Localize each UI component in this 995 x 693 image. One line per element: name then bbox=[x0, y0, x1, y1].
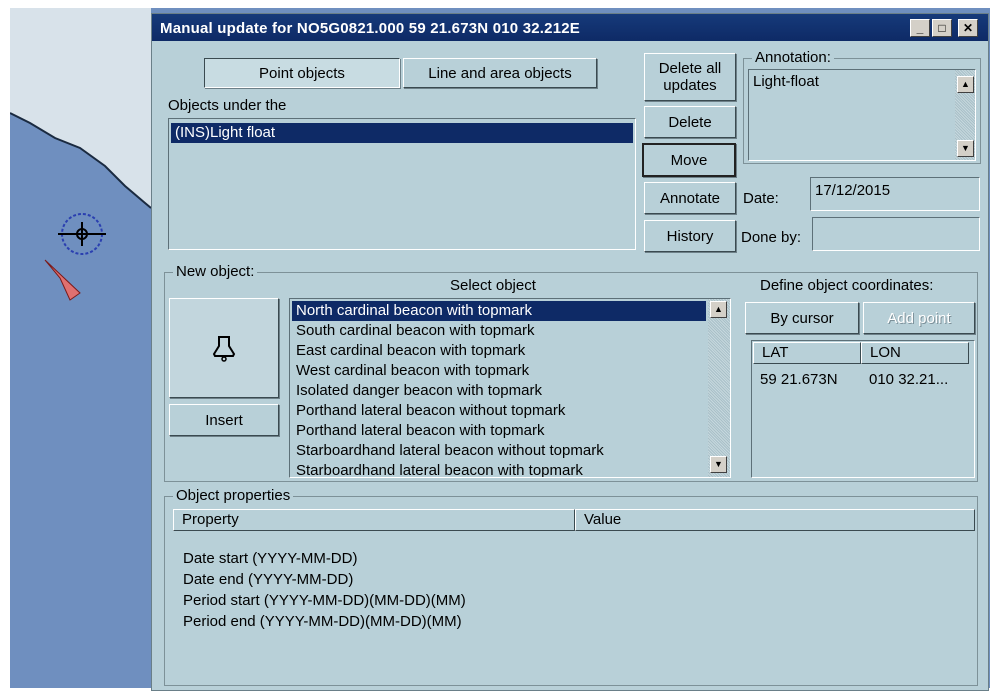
objects-list[interactable]: (INS)Light float bbox=[168, 118, 636, 250]
bell-icon bbox=[212, 336, 236, 362]
history-button[interactable]: History bbox=[644, 220, 736, 252]
list-item[interactable]: East cardinal beacon with topmark bbox=[292, 341, 706, 361]
list-item[interactable]: Porthand lateral beacon with topmark bbox=[292, 421, 706, 441]
object-list-scrollbar[interactable] bbox=[708, 299, 730, 477]
title-bar[interactable]: Manual update for NO5G0821.000 59 21.673… bbox=[152, 14, 988, 41]
annotate-button[interactable]: Annotate bbox=[644, 182, 736, 214]
annotation-value: Light-float bbox=[753, 73, 819, 90]
object-properties-group: Object properties Property Value Date st… bbox=[164, 487, 978, 686]
lat-column-header[interactable]: LAT bbox=[753, 342, 861, 364]
coordinates-table[interactable]: LAT LON 59 21.673N 010 32.21... bbox=[751, 340, 975, 478]
delete-all-label-line2: updates bbox=[663, 77, 717, 94]
object-preview bbox=[169, 298, 279, 398]
objects-label: Objects under the bbox=[168, 97, 287, 114]
date-field[interactable]: 17/12/2015 bbox=[810, 177, 980, 211]
list-item[interactable]: Porthand lateral beacon without topmark bbox=[292, 401, 706, 421]
delete-button[interactable]: Delete bbox=[644, 106, 736, 138]
lon-column-header[interactable]: LON bbox=[861, 342, 969, 364]
delete-all-label-line1: Delete all bbox=[658, 60, 722, 77]
add-point-button[interactable]: Add point bbox=[863, 302, 975, 334]
scroll-down-icon[interactable]: ▼ bbox=[957, 140, 974, 157]
window-title: Manual update for NO5G0821.000 59 21.673… bbox=[160, 20, 580, 37]
tab-point-objects[interactable]: Point objects bbox=[204, 58, 400, 88]
annotation-group: Annotation: Light-float ▲ ▼ bbox=[743, 49, 981, 164]
annotation-label: Annotation: bbox=[752, 49, 834, 66]
done-by-field[interactable] bbox=[812, 217, 980, 251]
manual-update-dialog: Manual update for NO5G0821.000 59 21.673… bbox=[151, 13, 989, 691]
lat-value: 59 21.673N bbox=[760, 371, 838, 388]
coords-label: Define object coordinates: bbox=[760, 277, 934, 294]
list-item[interactable]: North cardinal beacon with topmark bbox=[292, 301, 706, 321]
annotation-textarea[interactable]: Light-float ▲ ▼ bbox=[748, 69, 976, 161]
scroll-down-icon[interactable]: ▼ bbox=[710, 456, 727, 473]
lon-value: 010 32.21... bbox=[869, 371, 949, 388]
new-object-label: New object: bbox=[173, 263, 258, 280]
close-icon[interactable]: ✕ bbox=[958, 19, 978, 37]
value-column-header[interactable]: Value bbox=[575, 509, 975, 531]
select-object-label: Select object bbox=[450, 277, 536, 294]
maximize-icon[interactable]: □ bbox=[932, 19, 952, 37]
move-button[interactable]: Move bbox=[642, 143, 736, 177]
list-item[interactable]: (INS)Light float bbox=[171, 123, 633, 143]
table-row[interactable]: Date start (YYYY-MM-DD) bbox=[183, 550, 357, 567]
list-item[interactable]: West cardinal beacon with topmark bbox=[292, 361, 706, 381]
list-item[interactable]: South cardinal beacon with topmark bbox=[292, 321, 706, 341]
scroll-up-icon[interactable]: ▲ bbox=[710, 301, 727, 318]
date-value: 17/12/2015 bbox=[815, 182, 891, 199]
table-row[interactable]: Period end (YYYY-MM-DD)(MM-DD)(MM) bbox=[183, 613, 462, 630]
date-label: Date: bbox=[743, 190, 779, 207]
table-row[interactable]: Date end (YYYY-MM-DD) bbox=[183, 571, 353, 588]
light-float-symbol[interactable] bbox=[44, 213, 106, 301]
tab-line-and-area-objects[interactable]: Line and area objects bbox=[403, 58, 597, 88]
list-item[interactable]: Starboardhand lateral beacon with topmar… bbox=[292, 461, 706, 477]
delete-all-updates-button[interactable]: Delete all updates bbox=[644, 53, 736, 101]
insert-button[interactable]: Insert bbox=[169, 404, 279, 436]
property-column-header[interactable]: Property bbox=[173, 509, 575, 531]
list-item[interactable]: Starboardhand lateral beacon without top… bbox=[292, 441, 706, 461]
new-object-group: New object: Insert Select object North c… bbox=[164, 263, 978, 482]
object-properties-label: Object properties bbox=[173, 487, 294, 504]
minimize-icon[interactable]: _ bbox=[910, 19, 930, 37]
by-cursor-button[interactable]: By cursor bbox=[745, 302, 859, 334]
table-row[interactable]: Period start (YYYY-MM-DD)(MM-DD)(MM) bbox=[183, 592, 466, 609]
done-by-label: Done by: bbox=[741, 229, 802, 246]
scroll-up-icon[interactable]: ▲ bbox=[957, 76, 974, 93]
list-item[interactable]: Isolated danger beacon with topmark bbox=[292, 381, 706, 401]
object-type-list[interactable]: North cardinal beacon with topmark South … bbox=[289, 298, 731, 478]
